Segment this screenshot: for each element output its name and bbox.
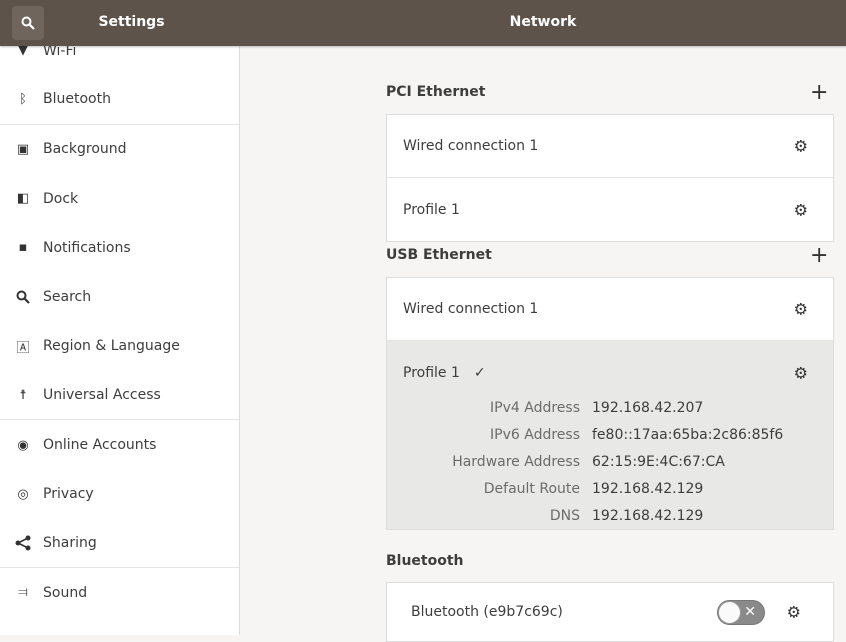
connection-name: Profile 1 <box>403 364 460 381</box>
gear-icon[interactable]: ⚙ <box>787 603 801 622</box>
detail-value: fe80::17aa:65ba:2c86:85f6 <box>592 427 784 443</box>
sidebar-item-label: Search <box>43 289 92 306</box>
gear-icon[interactable]: ⚙ <box>794 137 808 156</box>
connection-name: Profile 1 <box>403 201 460 218</box>
sidebar-item-privacy[interactable]: ◎ Privacy <box>0 470 239 519</box>
connection-row[interactable]: Wired connection 1 ⚙ <box>387 278 833 341</box>
connection-name: Wired connection 1 <box>403 138 539 154</box>
sidebar-item-label: Notifications <box>43 239 131 256</box>
detail-value: 192.168.42.129 <box>592 481 704 497</box>
bluetooth-icon: ᛒ <box>19 91 27 107</box>
detail-row: IPv6 Address fe80::17aa:65ba:2c86:85f6 <box>387 427 835 443</box>
sidebar-item-label: Background <box>43 141 127 158</box>
detail-label: Hardware Address <box>452 454 580 470</box>
usb-ethernet-card: Wired connection 1 ⚙ Profile 1 ✓ ⚙ IPv4 Add… <box>386 277 834 530</box>
bluetooth-device-name: Bluetooth (e9b7c69c) <box>411 604 563 620</box>
usb-ethernet-title: USB Ethernet <box>386 247 492 263</box>
add-pci-connection-button[interactable]: + <box>810 82 828 104</box>
share-icon <box>15 535 31 551</box>
dock-icon: ◧ <box>16 191 30 207</box>
sound-icon: ⫤ <box>18 585 28 601</box>
sidebar-item-label: Online Accounts <box>43 437 157 454</box>
connection-row[interactable]: Profile 1 ✓ ⚙ <box>387 341 833 404</box>
detail-row: IPv4 Address 192.168.42.207 <box>387 400 835 416</box>
sidebar-item-wifi[interactable]: ▼ Wi-Fi <box>0 46 239 75</box>
sidebar-item-sound[interactable]: ⫤ Sound <box>0 568 239 617</box>
connection-row[interactable]: Wired connection 1 ⚙ <box>387 115 833 178</box>
detail-label: DNS <box>549 508 580 524</box>
detail-row: DNS 192.168.42.129 <box>387 508 835 524</box>
detail-row: Default Route 192.168.42.129 <box>387 481 835 497</box>
privacy-icon: ◎ <box>17 486 29 502</box>
bluetooth-toggle[interactable]: ✕ <box>717 600 765 625</box>
page-title: Network <box>509 14 577 30</box>
detail-value: 192.168.42.129 <box>592 508 704 524</box>
sidebar-item-notifications[interactable]: ▪ Notifications <box>0 223 239 272</box>
gear-icon[interactable]: ⚙ <box>794 200 808 219</box>
detail-label: Default Route <box>483 481 580 497</box>
checkmark-icon: ✓ <box>473 364 486 381</box>
background-icon: ▣ <box>16 141 30 157</box>
wifi-icon: ▼ <box>18 46 28 59</box>
sidebar-item-label: Universal Access <box>43 387 161 404</box>
connection-name: Wired connection 1 <box>403 301 539 317</box>
sidebar: ▼ Wi-Fi ᛒ Bluetooth ▣ Background ◧ Dock ▪ Not… <box>0 46 240 635</box>
bluetooth-row: Bluetooth (e9b7c69c) ✕ ⚙ <box>387 583 833 641</box>
add-usb-connection-button[interactable]: + <box>810 245 828 267</box>
detail-row: Hardware Address 62:15:9E:4C:67:CA <box>387 454 835 470</box>
detail-value: 192.168.42.207 <box>592 400 704 416</box>
gear-icon[interactable]: ⚙ <box>794 363 808 382</box>
sidebar-item-label: Dock <box>43 190 79 207</box>
online-accounts-icon: ◉ <box>17 437 29 453</box>
sidebar-title: Settings <box>98 14 165 30</box>
detail-label: IPv4 Address <box>490 400 580 416</box>
sidebar-item-background[interactable]: ▣ Background <box>0 125 239 174</box>
sidebar-item-label: Privacy <box>43 486 94 503</box>
bluetooth-card: Bluetooth (e9b7c69c) ✕ ⚙ <box>386 582 834 642</box>
sidebar-item-label: Sound <box>43 584 88 601</box>
pci-ethernet-title: PCI Ethernet <box>386 84 486 100</box>
sidebar-item-online-accounts[interactable]: ◉ Online Accounts <box>0 420 239 469</box>
sidebar-item-universal-access[interactable]: ☨ Universal Access <box>0 371 239 421</box>
sidebar-item-search[interactable]: Search <box>0 272 239 321</box>
sidebar-item-label: Region & Language <box>43 338 180 355</box>
active-connection: Profile 1 ✓ ⚙ IPv4 Address 192.168.42.207 I… <box>387 341 833 529</box>
pci-ethernet-card: Wired connection 1 ⚙ Profile 1 ⚙ <box>386 114 834 242</box>
sidebar-item-sharing[interactable]: Sharing <box>0 519 239 569</box>
sidebar-item-region[interactable]: 🄰 Region & Language <box>0 322 239 371</box>
search-icon <box>15 289 31 305</box>
region-icon: 🄰 <box>16 340 30 356</box>
toggle-knob <box>718 601 741 624</box>
gear-icon[interactable]: ⚙ <box>794 300 808 319</box>
connection-row[interactable]: Profile 1 ⚙ <box>387 178 833 241</box>
sidebar-item-label: Wi-Fi <box>43 46 77 59</box>
sidebar-item-dock[interactable]: ◧ Dock <box>0 174 239 223</box>
accessibility-icon: ☨ <box>19 387 27 403</box>
sidebar-item-label: Sharing <box>43 535 97 552</box>
header-bar: Settings Network <box>0 0 846 46</box>
off-icon: ✕ <box>744 604 756 620</box>
detail-value: 62:15:9E:4C:67:CA <box>592 454 725 470</box>
sidebar-item-label: Bluetooth <box>43 91 111 108</box>
sidebar-item-bluetooth[interactable]: ᛒ Bluetooth <box>0 75 239 125</box>
detail-label: IPv6 Address <box>490 427 580 443</box>
bluetooth-title: Bluetooth <box>386 553 464 569</box>
notifications-icon: ▪ <box>18 240 28 256</box>
